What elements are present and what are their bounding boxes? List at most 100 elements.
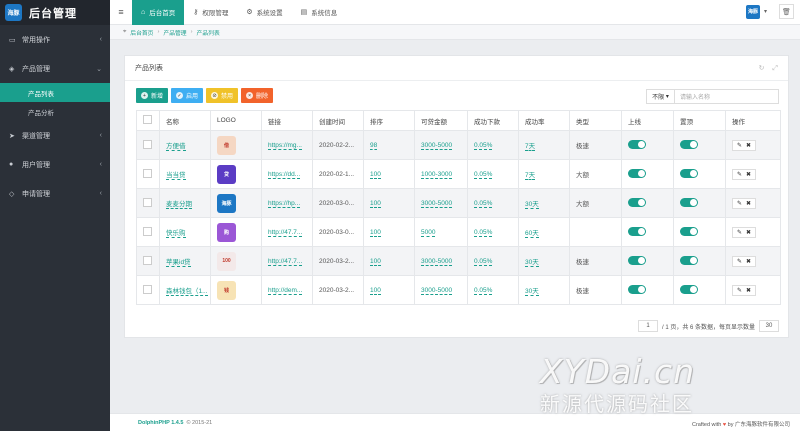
product-name[interactable]: 快乐购 xyxy=(166,230,186,238)
brand[interactable]: 海豚 后台管理 xyxy=(0,0,110,25)
online-toggle[interactable] xyxy=(628,197,646,207)
amount-value[interactable]: 3000-5000 xyxy=(421,286,453,295)
sort-cell[interactable]: 100 xyxy=(363,246,415,276)
sort-cell[interactable]: 100 xyxy=(363,159,415,189)
product-name-cell[interactable]: 麦麦分期 xyxy=(159,188,211,218)
term-cell[interactable]: 7天 xyxy=(518,130,570,160)
enable-button[interactable]: ✓ 启用 xyxy=(171,88,204,103)
product-link-cell[interactable]: https://dd... xyxy=(261,159,313,189)
online-toggle[interactable] xyxy=(628,139,646,149)
product-link[interactable]: http://47.7... xyxy=(268,228,303,237)
product-logo-icon[interactable]: 购 xyxy=(217,222,236,242)
product-name-cell[interactable]: 方便借 xyxy=(159,130,211,160)
row-checkbox[interactable] xyxy=(143,284,152,294)
tab-system-info[interactable]: ▤ 系统信息 xyxy=(292,0,347,25)
select-all-checkbox[interactable] xyxy=(143,115,152,124)
sort-cell[interactable]: 100 xyxy=(363,188,415,218)
row-checkbox[interactable] xyxy=(143,226,152,236)
delete-icon[interactable]: ✖ xyxy=(746,200,751,207)
sort-cell[interactable]: 98 xyxy=(363,130,415,160)
sort-value[interactable]: 100 xyxy=(370,257,381,266)
term-cell[interactable]: 30天 xyxy=(518,246,570,276)
tab-settings[interactable]: ⚙ 系统设置 xyxy=(237,0,291,25)
online-toggle[interactable] xyxy=(628,284,646,294)
fullscreen-icon[interactable]: ⤢ xyxy=(772,65,778,72)
online-toggle[interactable] xyxy=(628,168,646,178)
row-checkbox[interactable] xyxy=(143,197,152,207)
edit-icon[interactable]: ✎ xyxy=(737,142,742,149)
product-link[interactable]: http://dem... xyxy=(268,286,303,295)
edit-icon[interactable]: ✎ xyxy=(737,200,742,207)
term-cell[interactable]: 7天 xyxy=(518,159,570,189)
product-name[interactable]: 苹果id贷 xyxy=(166,259,191,267)
product-name[interactable]: 当当贷 xyxy=(166,172,186,180)
product-name-cell[interactable]: 快乐购 xyxy=(159,217,211,247)
product-logo-icon[interactable]: 100 xyxy=(217,251,236,271)
sidebar-item-common[interactable]: ▭ 常用操作 ‹ xyxy=(0,25,110,54)
product-link-cell[interactable]: http://47.7... xyxy=(261,246,313,276)
pin-toggle[interactable] xyxy=(680,197,698,207)
sort-cell[interactable]: 100 xyxy=(363,217,415,247)
edit-icon[interactable]: ✎ xyxy=(737,229,742,236)
row-checkbox[interactable] xyxy=(143,139,152,149)
add-button[interactable]: + 新增 xyxy=(136,88,169,103)
filter-select[interactable]: 不限 ▾ xyxy=(646,89,675,104)
product-link[interactable]: https://mg... xyxy=(268,141,302,150)
success-rate-value[interactable]: 0.05% xyxy=(474,141,493,150)
success-rate-value[interactable]: 0.05% xyxy=(474,286,493,295)
sidebar-item-applications[interactable]: ◇ 申请管理 ‹ xyxy=(0,179,110,208)
success-rate-value[interactable]: 0.05% xyxy=(474,199,493,208)
sidebar-item-channels[interactable]: ➤ 渠道管理 ‹ xyxy=(0,121,110,150)
column-header[interactable]: 排序 xyxy=(363,110,415,131)
tab-permissions[interactable]: ⚷ 权限管理 xyxy=(184,0,237,25)
delete-icon[interactable]: ✖ xyxy=(746,142,751,149)
term-cell[interactable]: 30天 xyxy=(518,188,570,218)
pin-toggle[interactable] xyxy=(680,226,698,236)
term-cell[interactable]: 30天 xyxy=(518,275,570,305)
sort-value[interactable]: 100 xyxy=(370,286,381,295)
success-rate-cell[interactable]: 0.05% xyxy=(467,275,519,305)
product-link-cell[interactable]: https://hp... xyxy=(261,188,313,218)
per-page-input[interactable]: 30 xyxy=(759,320,779,332)
search-input[interactable]: 请输入名称 xyxy=(675,89,779,104)
breadcrumb-item-products[interactable]: 产品管理 xyxy=(163,28,186,37)
edit-icon[interactable]: ✎ xyxy=(737,287,742,294)
amount-value[interactable]: 3000-5000 xyxy=(421,257,453,266)
product-link-cell[interactable]: http://47.7... xyxy=(261,217,313,247)
sidebar-subitem-product-analysis[interactable]: 产品分析 xyxy=(0,102,110,121)
row-checkbox[interactable] xyxy=(143,255,152,265)
caret-down-icon[interactable]: ▾ xyxy=(764,8,767,15)
delete-icon[interactable]: ✖ xyxy=(746,258,751,265)
amount-cell[interactable]: 3000-5000 xyxy=(414,130,468,160)
amount-cell[interactable]: 3000-5000 xyxy=(414,275,468,305)
sort-value[interactable]: 98 xyxy=(370,141,378,150)
success-rate-value[interactable]: 0.05% xyxy=(474,228,493,237)
amount-cell[interactable]: 3000-5000 xyxy=(414,246,468,276)
amount-value[interactable]: 3000-5000 xyxy=(421,199,453,208)
sidebar-item-users[interactable]: ● 用户管理 ‹ xyxy=(0,150,110,179)
column-header[interactable]: 名称 xyxy=(159,110,211,131)
product-link[interactable]: https://dd... xyxy=(268,170,301,179)
product-name-cell[interactable]: 苹果id贷 xyxy=(159,246,211,276)
product-link[interactable]: http://47.7... xyxy=(268,257,303,266)
pin-toggle[interactable] xyxy=(680,284,698,294)
product-link-cell[interactable]: http://dem... xyxy=(261,275,313,305)
pin-toggle[interactable] xyxy=(680,255,698,265)
sort-cell[interactable]: 100 xyxy=(363,275,415,305)
amount-value[interactable]: 1000-3000 xyxy=(421,170,453,179)
term-value[interactable]: 7天 xyxy=(525,143,536,151)
sort-value[interactable]: 100 xyxy=(370,199,381,208)
product-logo-icon[interactable]: 钱 xyxy=(217,280,236,300)
product-logo-icon[interactable]: 贷 xyxy=(217,164,236,184)
pin-toggle[interactable] xyxy=(680,168,698,178)
success-rate-cell[interactable]: 0.05% xyxy=(467,217,519,247)
amount-value[interactable]: 5000 xyxy=(421,228,436,237)
amount-cell[interactable]: 5000 xyxy=(414,217,468,247)
refresh-icon[interactable]: ↻ xyxy=(759,65,765,72)
product-link[interactable]: https://hp... xyxy=(268,199,301,208)
product-name-cell[interactable]: 当当贷 xyxy=(159,159,211,189)
term-value[interactable]: 7天 xyxy=(525,172,536,180)
delete-icon[interactable]: ✖ xyxy=(746,171,751,178)
edit-icon[interactable]: ✎ xyxy=(737,258,742,265)
term-value[interactable]: 30天 xyxy=(525,201,539,209)
